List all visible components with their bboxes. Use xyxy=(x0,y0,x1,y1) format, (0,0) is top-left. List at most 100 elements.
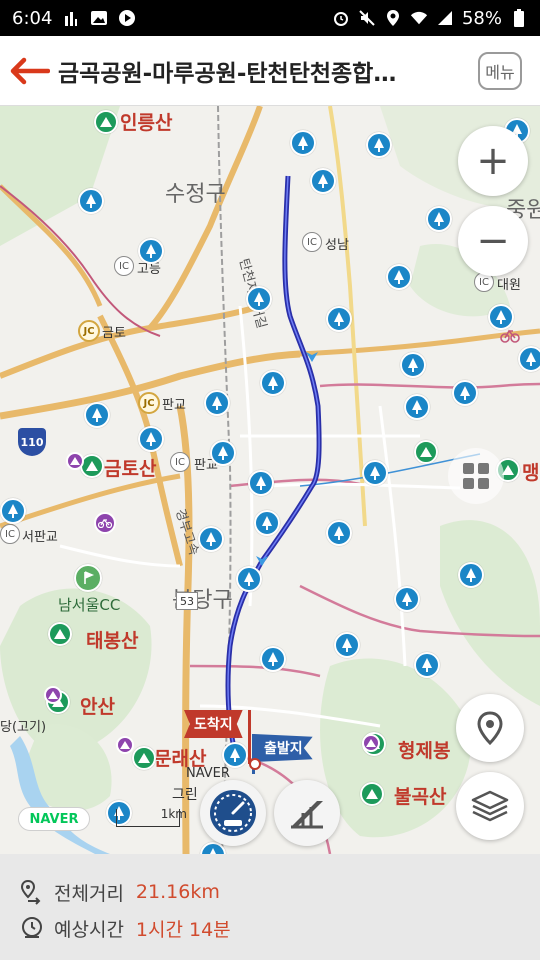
ic-badge: IC xyxy=(170,452,190,472)
park-pin[interactable] xyxy=(248,470,274,496)
place-label: 당(고기) xyxy=(0,720,47,735)
park-pin[interactable] xyxy=(0,498,26,524)
route-endpoint xyxy=(249,758,261,770)
back-arrow-icon xyxy=(10,57,50,84)
alarm-icon xyxy=(332,9,350,27)
destination-flag[interactable]: 도착지 xyxy=(184,710,243,738)
mountain-pin[interactable] xyxy=(360,782,384,806)
mountain-pin[interactable] xyxy=(132,746,156,770)
wifi-icon xyxy=(410,9,428,27)
jc-label: 판교 xyxy=(162,398,186,413)
zoom-in-button[interactable]: + xyxy=(458,126,528,196)
mountain-label: 금토산 xyxy=(104,458,157,480)
location-pin-icon xyxy=(477,711,503,745)
time-value: 1시간 14분 xyxy=(135,918,231,941)
peak-marker[interactable] xyxy=(116,736,134,754)
jc-badge: JC xyxy=(78,320,100,342)
status-bar: 6:04 58% xyxy=(0,0,540,36)
park-pin[interactable] xyxy=(290,130,316,156)
park-pin[interactable] xyxy=(362,460,388,486)
distance-label: 전체거리 xyxy=(54,882,124,905)
mountain-pin[interactable] xyxy=(94,110,118,134)
park-pin[interactable] xyxy=(222,742,248,768)
map-type-grid-button[interactable] xyxy=(448,448,504,504)
place-label: NAVER xyxy=(186,766,230,781)
route-info-panel: 전체거리 21.16km 예상시간 1시간 14분 xyxy=(0,854,540,960)
region-label-sujeong: 수정구 xyxy=(165,182,226,207)
park-pin[interactable] xyxy=(210,440,236,466)
mountain-label: 맹 xyxy=(522,462,540,484)
grid-icon xyxy=(463,463,489,489)
park-pin[interactable] xyxy=(204,390,230,416)
road-number-badge: 53 xyxy=(176,592,198,610)
ic-badge: IC xyxy=(302,232,322,252)
zoom-out-button[interactable]: − xyxy=(458,206,528,276)
battery-icon xyxy=(510,9,528,27)
park-pin[interactable] xyxy=(334,632,360,658)
jc-label: 금토 xyxy=(102,326,126,341)
status-time: 6:04 xyxy=(12,7,53,29)
menu-button[interactable]: 메뉴 xyxy=(478,51,522,90)
route-title: 금곡공원-마루공원-탄천탄천종합… xyxy=(58,60,397,87)
map-view[interactable]: 수정구 중원 분당구 인릉산 금토산 태봉산 안산 문래산 형제봉 불곡산 맹 … xyxy=(0,106,540,854)
elevation-icon xyxy=(291,801,323,829)
place-label: 남서울CC xyxy=(58,596,121,614)
mountain-pin[interactable] xyxy=(414,440,438,464)
park-pin[interactable] xyxy=(518,346,540,372)
park-pin[interactable] xyxy=(426,206,452,232)
route-direction-arrow xyxy=(254,552,270,572)
location-icon xyxy=(384,9,402,27)
park-pin[interactable] xyxy=(326,520,352,546)
peak-marker[interactable] xyxy=(362,734,380,752)
play-icon xyxy=(118,9,136,27)
ic-label: 대원 xyxy=(497,278,521,293)
battery-level: 58% xyxy=(461,7,502,29)
back-button[interactable] xyxy=(0,36,58,106)
mountain-label: 불곡산 xyxy=(394,786,447,808)
park-pin[interactable] xyxy=(394,586,420,612)
park-pin[interactable] xyxy=(400,352,426,378)
time-row: 예상시간 1시간 14분 xyxy=(18,910,540,946)
map-scale: 1km xyxy=(116,807,187,827)
park-pin[interactable] xyxy=(488,304,514,330)
park-pin[interactable] xyxy=(366,132,392,158)
layers-button[interactable] xyxy=(456,772,524,840)
elevation-profile-button[interactable] xyxy=(274,780,340,846)
map-scale-label: 1km xyxy=(160,807,187,821)
signal-bars-icon xyxy=(62,9,80,27)
peak-marker[interactable] xyxy=(66,452,84,470)
route-direction-arrow xyxy=(304,348,320,368)
ic-badge: IC xyxy=(114,256,134,276)
route-header: 금곡공원-마루공원-탄천탄천종합… 메뉴 xyxy=(0,36,540,106)
peak-marker[interactable] xyxy=(44,686,62,704)
park-pin[interactable] xyxy=(246,286,272,312)
park-pin[interactable] xyxy=(260,370,286,396)
park-pin[interactable] xyxy=(386,264,412,290)
park-pin[interactable] xyxy=(254,510,280,536)
speedometer-icon xyxy=(210,790,256,836)
park-pin[interactable] xyxy=(138,238,164,264)
park-pin[interactable] xyxy=(78,188,104,214)
place-label: 그린 xyxy=(172,787,198,803)
park-pin[interactable] xyxy=(452,380,478,406)
park-pin[interactable] xyxy=(138,426,164,452)
park-pin[interactable] xyxy=(404,394,430,420)
ic-badge: IC xyxy=(0,524,20,544)
speedometer-button[interactable] xyxy=(200,780,266,846)
park-pin[interactable] xyxy=(414,652,440,678)
park-pin[interactable] xyxy=(84,402,110,428)
park-pin[interactable] xyxy=(310,168,336,194)
park-pin[interactable] xyxy=(198,526,224,552)
mute-icon xyxy=(358,9,376,27)
jc-badge: JC xyxy=(138,392,160,414)
my-location-button[interactable] xyxy=(456,694,524,762)
bicycle-icon xyxy=(500,328,520,347)
mountain-pin[interactable] xyxy=(48,622,72,646)
bicycle-icon[interactable] xyxy=(94,512,116,534)
park-pin[interactable] xyxy=(458,562,484,588)
naver-logo: NAVER xyxy=(18,807,90,831)
golf-pin[interactable] xyxy=(74,564,102,592)
cell-signal-icon xyxy=(436,9,454,27)
park-pin[interactable] xyxy=(326,306,352,332)
park-pin[interactable] xyxy=(260,646,286,672)
